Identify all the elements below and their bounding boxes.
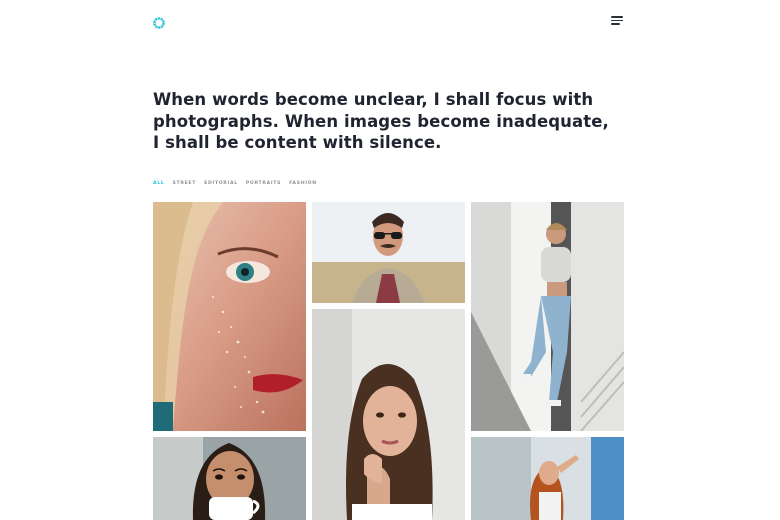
gallery-photo-woman-dark-hair[interactable]: [312, 309, 465, 520]
gallery-photo-woman-against-wall[interactable]: [471, 202, 624, 431]
filter-editorial[interactable]: EDITORIAL: [204, 181, 238, 186]
hero-quote-line: I shall be content with silence.: [153, 133, 442, 152]
filter-all[interactable]: ALL: [153, 181, 165, 186]
filter-portraits[interactable]: PORTRAITS: [246, 181, 281, 186]
gallery-photo-woman-with-cup[interactable]: [153, 437, 306, 520]
filter-fashion[interactable]: FASHION: [289, 181, 317, 186]
hamburger-menu-icon[interactable]: [611, 14, 625, 26]
portfolio-filter-bar: ALL STREET EDITORIAL PORTRAITS FASHION: [153, 181, 317, 186]
hero-quote-line: photographs. When images become inadequa…: [153, 111, 609, 131]
logo-icon[interactable]: [153, 14, 165, 29]
filter-street[interactable]: STREET: [173, 181, 197, 186]
hero-quote: When words become unclear, I shall focus…: [153, 89, 609, 154]
hero-quote-line: When words become unclear, I shall focus…: [153, 90, 594, 109]
gallery-photo-glitter-face[interactable]: [153, 202, 306, 431]
gallery-photo-woman-red-hair[interactable]: [471, 437, 624, 520]
gallery-photo-man-sunglasses[interactable]: [312, 202, 465, 303]
